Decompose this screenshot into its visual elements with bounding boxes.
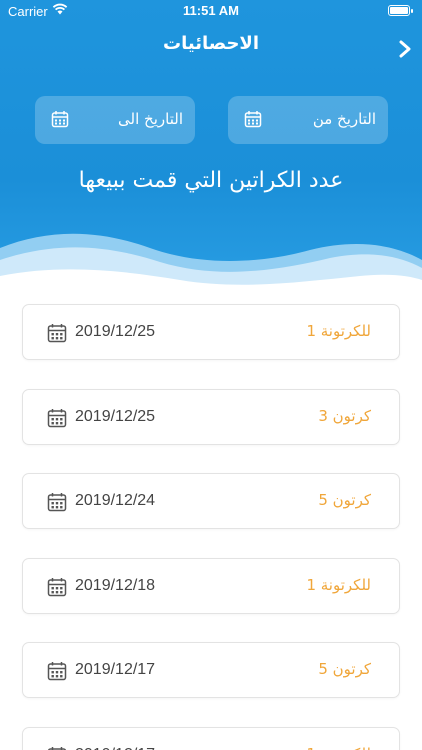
sale-date: 2019/12/17 — [75, 661, 156, 678]
sale-date: 2019/12/24 — [75, 492, 156, 509]
sale-card[interactable]: 2019/12/25 3 كرتون — [22, 388, 400, 445]
calendar-icon — [47, 493, 67, 512]
date-from-label: التاريخ من — [312, 110, 376, 128]
sale-date: 2019/12/25 — [75, 323, 156, 340]
calendar-icon — [47, 577, 67, 596]
back-chevron-icon[interactable] — [396, 38, 414, 60]
sale-card[interactable]: 2019/12/17 1 للكرتونة — [22, 726, 400, 750]
date-to-label: التاريخ الى — [118, 110, 183, 128]
sale-quantity: 1 للكرتونة — [306, 745, 371, 750]
header: Carrier 11:51 AM الاحصائيات التاريخ من ا… — [0, 0, 422, 300]
calendar-icon — [47, 408, 67, 427]
sale-date: 2019/12/18 — [75, 576, 156, 594]
sale-date: 2019/12/17 — [75, 746, 155, 750]
clock: 11:51 AM — [183, 3, 239, 18]
sale-card[interactable]: 2019/12/25 1 للكرتونة — [22, 304, 400, 360]
calendar-icon — [51, 111, 69, 128]
calendar-icon — [244, 111, 262, 128]
sale-quantity: 5 كرتون — [318, 491, 371, 509]
date-to-field[interactable]: التاريخ الى — [35, 96, 195, 144]
page-title: الاحصائيات — [163, 33, 259, 54]
sale-card[interactable]: 2019/12/24 5 كرتون — [22, 473, 400, 529]
calendar-icon — [47, 324, 67, 343]
wave-decoration — [0, 233, 422, 300]
sale-quantity: 5 كرتون — [318, 660, 371, 678]
sale-quantity: 1 للكرتونة — [306, 322, 371, 340]
sale-quantity: 1 للكرتونة — [306, 575, 371, 594]
headline: عدد الكراتين التي قمت ببيعها — [78, 168, 344, 193]
battery-icon — [388, 5, 413, 16]
sale-card[interactable]: 2019/12/18 1 للكرتونة — [22, 557, 400, 614]
sale-quantity: 3 كرتون — [318, 406, 371, 425]
status-bar: Carrier 11:51 AM — [0, 0, 422, 22]
sale-card[interactable]: 2019/12/17 5 كرتون — [22, 642, 400, 698]
sale-date: 2019/12/25 — [75, 407, 156, 425]
date-from-field[interactable]: التاريخ من — [228, 96, 388, 144]
calendar-icon — [47, 746, 67, 750]
calendar-icon — [47, 662, 67, 681]
